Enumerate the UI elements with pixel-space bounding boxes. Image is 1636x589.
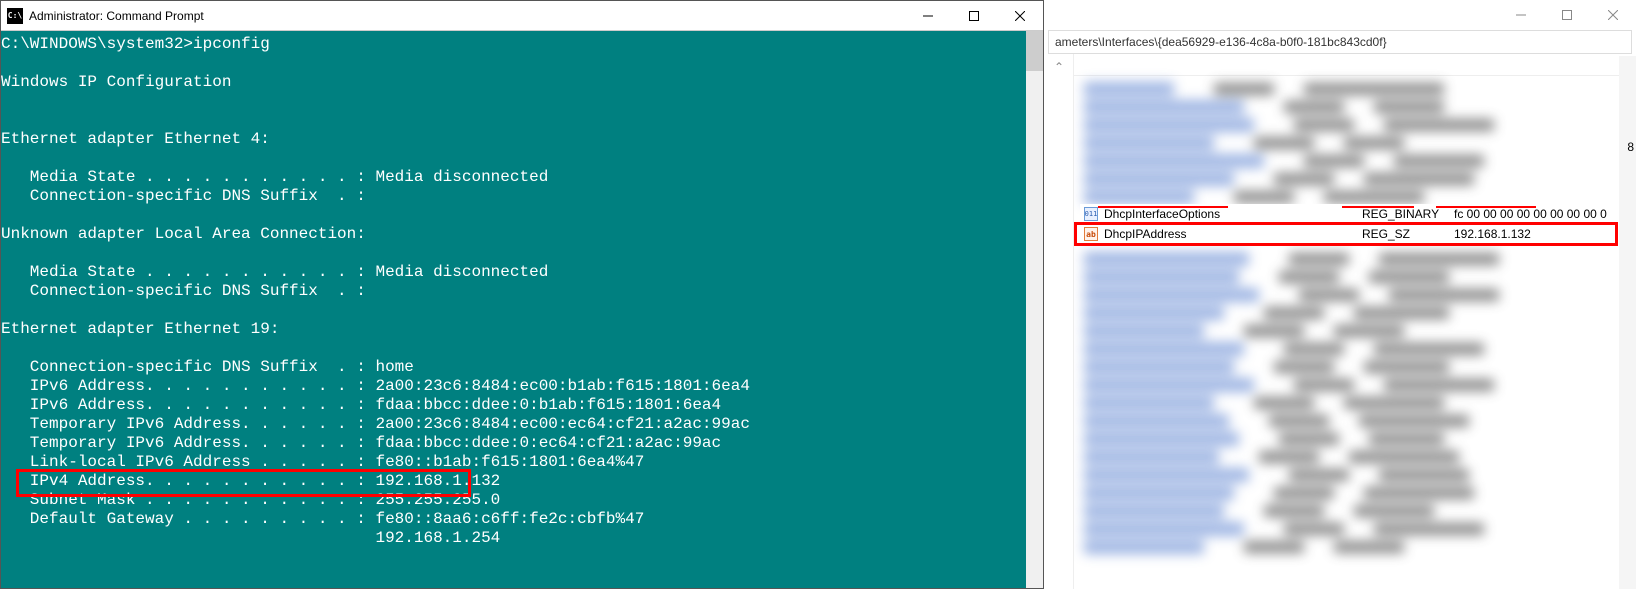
reg-value-name: DhcpIPAddress <box>1104 227 1362 241</box>
cmd-icon: C:\ <box>7 8 23 24</box>
adapter-eth4-heading: Ethernet adapter Ethernet 4: <box>1 130 270 148</box>
cmd-prompt: C:\WINDOWS\system32> <box>1 35 193 53</box>
reg-column-header[interactable] <box>1074 54 1636 76</box>
reg-body: ⌃ <box>1044 54 1636 589</box>
cmd-titlebar[interactable]: C:\ Administrator: Command Prompt <box>1 1 1043 31</box>
blurred-rows <box>1074 76 1636 589</box>
reg-value-type: REG_SZ <box>1362 227 1454 241</box>
minimize-button[interactable] <box>905 1 951 30</box>
truncated-data-char: 8 <box>1627 140 1634 154</box>
adapter-unknown-heading: Unknown adapter Local Area Connection: <box>1 225 366 243</box>
line-media-state: Media State . . . . . . . . . . . : Medi… <box>1 168 548 186</box>
strikethrough-annotation <box>1436 206 1536 208</box>
line-gateway-2: 192.168.1.254 <box>1 529 500 547</box>
line-dns-suffix: Connection-specific DNS Suffix . : <box>1 187 366 205</box>
line-gateway-1: Default Gateway . . . . . . . . . : fe80… <box>1 510 644 528</box>
registry-editor-window: ameters\Interfaces\{dea56929-e136-4c8a-b… <box>1044 0 1636 589</box>
close-button[interactable] <box>997 1 1043 30</box>
strikethrough-annotation <box>1342 206 1414 208</box>
reg-scrollbar[interactable] <box>1619 56 1636 589</box>
reg-address-bar[interactable]: ameters\Interfaces\{dea56929-e136-4c8a-b… <box>1048 30 1632 54</box>
binary-value-icon: 011 <box>1084 207 1098 221</box>
reg-value-data: 192.168.1.132 <box>1454 227 1630 241</box>
maximize-button[interactable] <box>951 1 997 30</box>
cmd-scrollbar[interactable] <box>1026 31 1043 588</box>
cmd-output[interactable]: C:\WINDOWS\system32>ipconfig Windows IP … <box>1 31 1026 588</box>
string-value-icon: ab <box>1084 227 1098 241</box>
line-link-local: Link-local IPv6 Address . . . . . : fe80… <box>1 453 644 471</box>
line-ipv6-2: IPv6 Address. . . . . . . . . . . : fdaa… <box>1 396 721 414</box>
reg-close-button[interactable] <box>1590 0 1636 30</box>
line-dns-suffix-home: Connection-specific DNS Suffix . : home <box>1 358 414 376</box>
reg-value-type: REG_BINARY <box>1362 207 1454 221</box>
reg-value-name: DhcpInterfaceOptions <box>1104 207 1362 221</box>
line-media-state: Media State . . . . . . . . . . . : Medi… <box>1 263 548 281</box>
ipconfig-heading: Windows IP Configuration <box>1 73 231 91</box>
line-subnet: Subnet Mask . . . . . . . . . . . : 255.… <box>1 491 500 509</box>
cmd-scroll-thumb[interactable] <box>1026 31 1043 71</box>
line-ipv6-1: IPv6 Address. . . . . . . . . . . : 2a00… <box>1 377 750 395</box>
visible-registry-rows: 011 DhcpInterfaceOptions REG_BINARY fc 0… <box>1080 204 1630 244</box>
line-ipv4: IPv4 Address. . . . . . . . . . . : 192.… <box>1 472 500 490</box>
line-tmp-ipv6-1: Temporary IPv6 Address. . . . . . : 2a00… <box>1 415 750 433</box>
line-tmp-ipv6-2: Temporary IPv6 Address. . . . . . : fdaa… <box>1 434 721 452</box>
cmd-command: ipconfig <box>193 35 270 53</box>
chevron-up-icon[interactable]: ⌃ <box>1054 60 1064 74</box>
command-prompt-window: C:\ Administrator: Command Prompt C:\WIN… <box>0 0 1044 589</box>
adapter-eth19-heading: Ethernet adapter Ethernet 19: <box>1 320 279 338</box>
line-dns-suffix: Connection-specific DNS Suffix . : <box>1 282 366 300</box>
reg-minimize-button[interactable] <box>1498 0 1544 30</box>
reg-titlebar[interactable] <box>1044 0 1636 30</box>
reg-tree-panel[interactable]: ⌃ <box>1044 54 1074 589</box>
reg-maximize-button[interactable] <box>1544 0 1590 30</box>
cmd-title-text: Administrator: Command Prompt <box>29 9 905 23</box>
reg-value-data: fc 00 00 00 00 00 00 00 00 0 <box>1454 207 1630 221</box>
registry-row[interactable]: ab DhcpIPAddress REG_SZ 192.168.1.132 <box>1080 224 1630 244</box>
cmd-body: C:\WINDOWS\system32>ipconfig Windows IP … <box>1 31 1043 588</box>
reg-values-panel[interactable]: 011 DhcpInterfaceOptions REG_BINARY fc 0… <box>1074 54 1636 589</box>
reg-address-text: ameters\Interfaces\{dea56929-e136-4c8a-b… <box>1055 35 1387 49</box>
cmd-title-controls <box>905 1 1043 30</box>
